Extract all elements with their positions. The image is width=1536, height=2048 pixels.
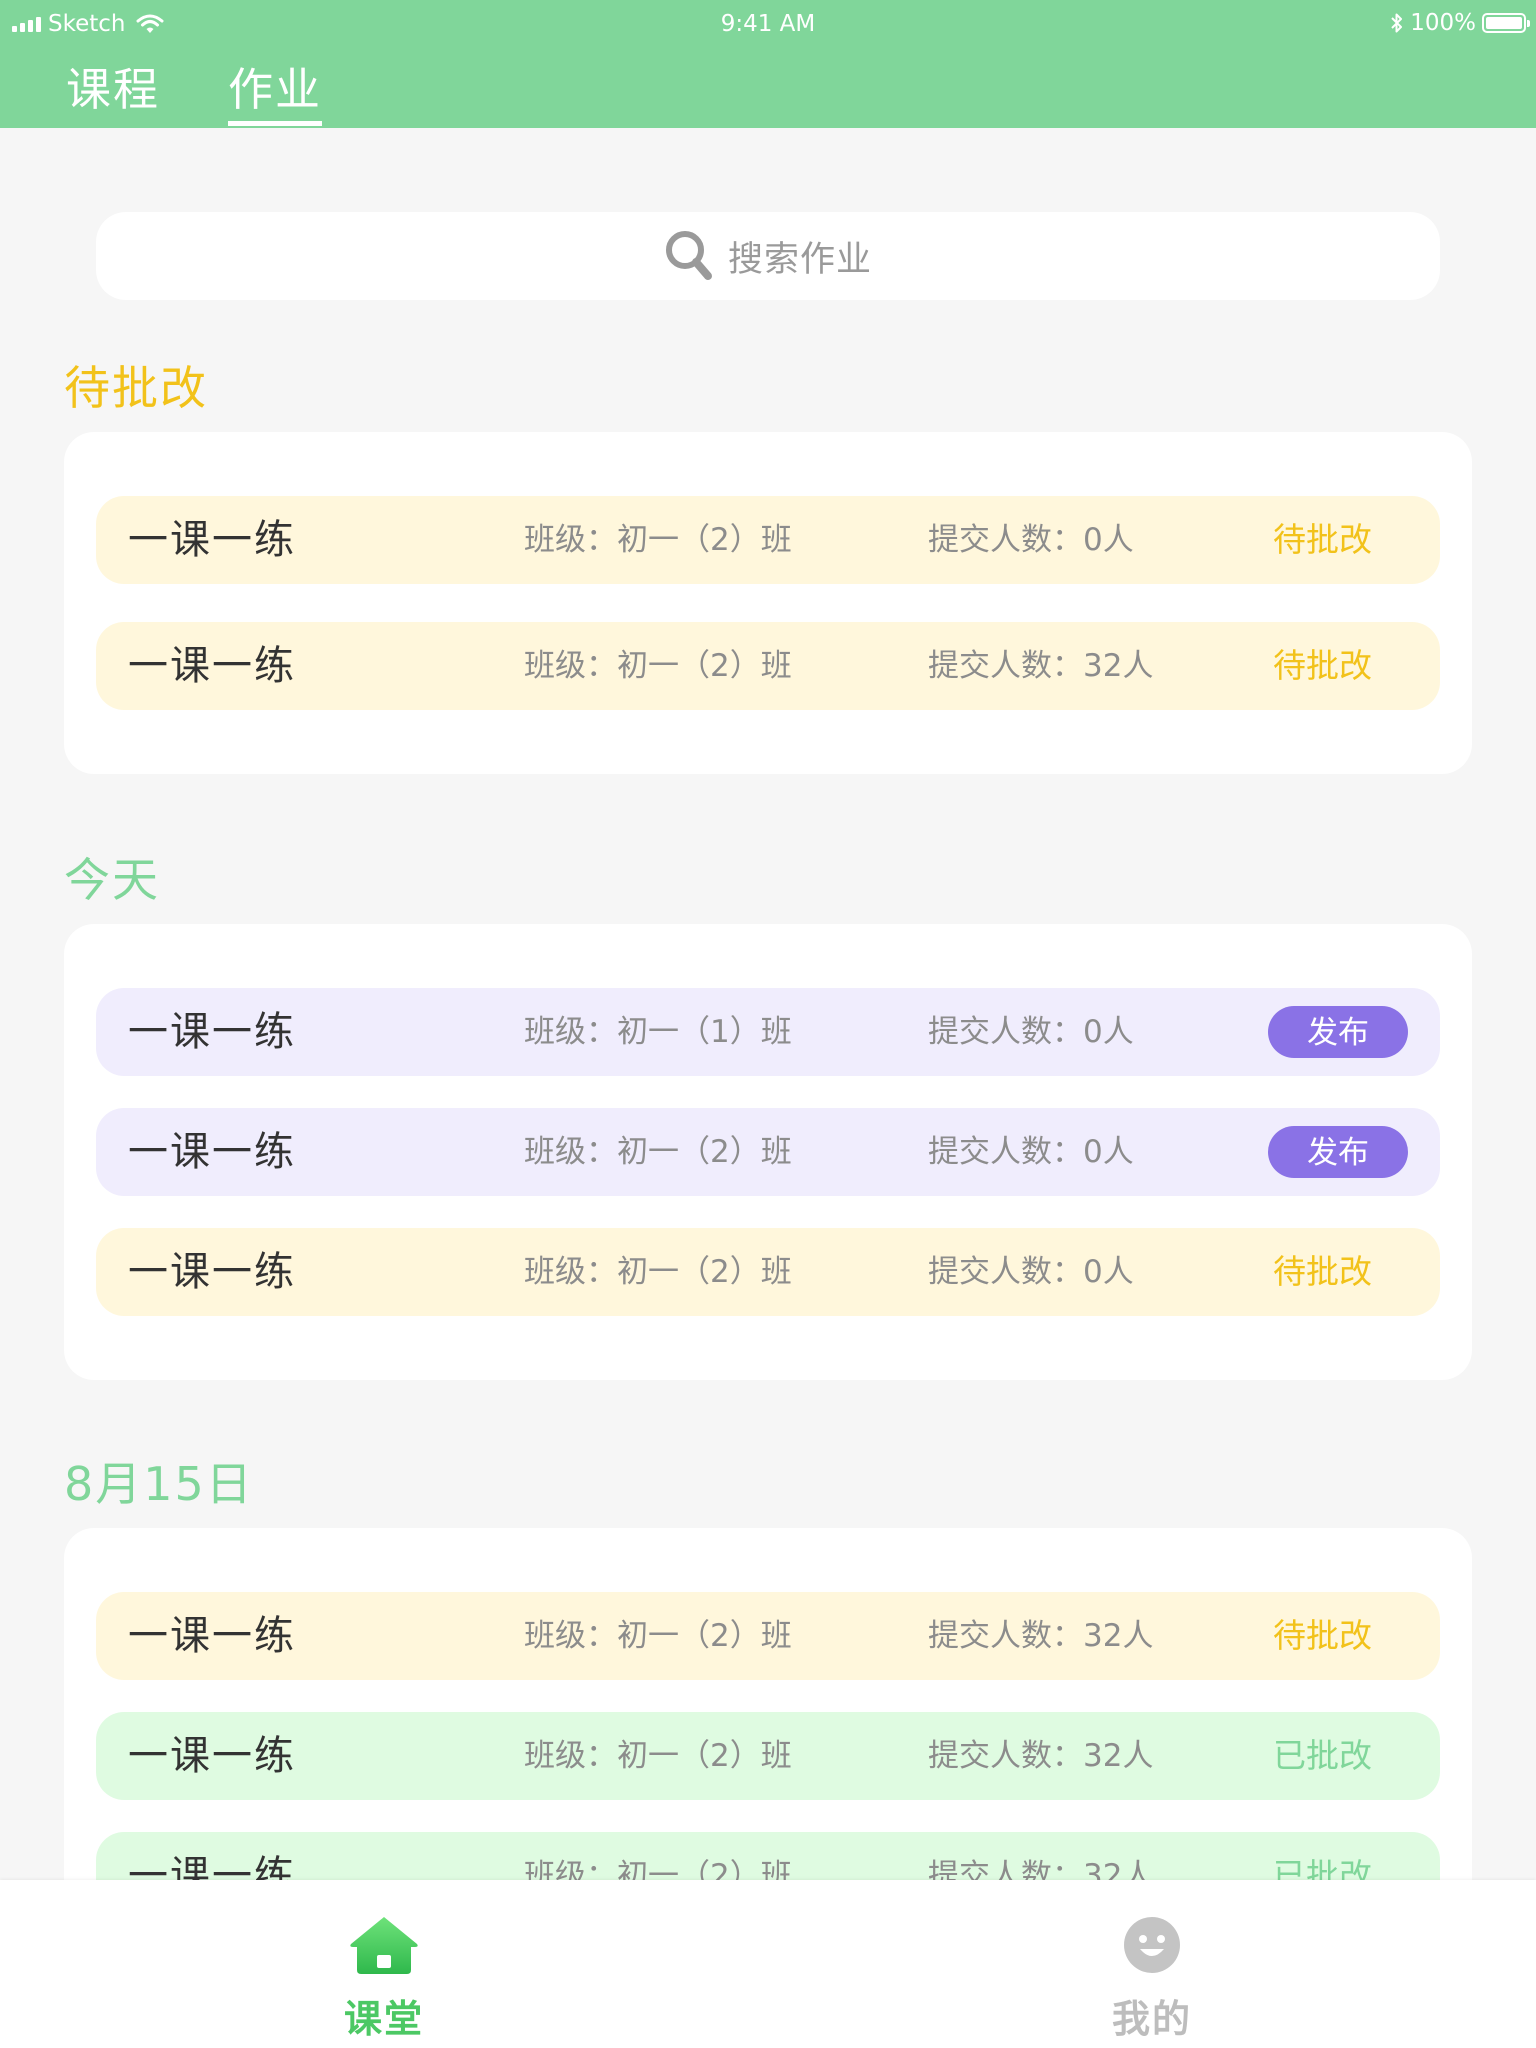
homework-class: 班级：初一（2）班 bbox=[524, 522, 792, 558]
search-icon bbox=[665, 231, 712, 280]
homework-row[interactable]: 一课一练 班级：初一（2）班 提交人数：32人 待批改 bbox=[96, 622, 1440, 710]
homework-class: 班级：初一（1）班 bbox=[524, 1014, 792, 1050]
homework-name: 一课一练 bbox=[128, 1009, 296, 1055]
status-label[interactable]: 待批改 bbox=[1273, 496, 1372, 584]
homework-row[interactable]: 一课一练 班级：初一（2）班 提交人数：0人 待批改 bbox=[96, 1228, 1440, 1316]
homework-name: 一课一练 bbox=[128, 517, 296, 563]
battery-percent: 100% bbox=[1410, 10, 1476, 36]
homework-class: 班级：初一（2）班 bbox=[524, 1254, 792, 1290]
status-time: 9:41 AM bbox=[720, 11, 816, 37]
homework-class: 班级：初一（2）班 bbox=[524, 1134, 792, 1170]
submission-count: 提交人数：0人 bbox=[928, 1134, 1134, 1170]
publish-button[interactable]: 发布 bbox=[1268, 1126, 1408, 1178]
search-placeholder: 搜索作业 bbox=[727, 239, 872, 280]
status-label[interactable]: 待批改 bbox=[1273, 1592, 1372, 1680]
submission-count: 提交人数：0人 bbox=[928, 522, 1134, 558]
smiley-face-icon bbox=[1124, 1917, 1180, 1973]
search-bar[interactable]: 搜索作业 bbox=[96, 212, 1440, 300]
section-card-today: 一课一练 班级：初一（1）班 提交人数：0人 发布 一课一练 班级：初一（2）班… bbox=[64, 924, 1472, 1380]
homework-name: 一课一练 bbox=[128, 1249, 296, 1295]
publish-button[interactable]: 发布 bbox=[1268, 1006, 1408, 1058]
bluetooth-icon bbox=[1391, 13, 1403, 33]
homework-name: 一课一练 bbox=[128, 1129, 296, 1175]
tab-homework[interactable]: 作业 bbox=[228, 60, 323, 126]
tab-courses[interactable]: 课程 bbox=[66, 60, 160, 126]
battery-icon bbox=[1482, 13, 1530, 33]
tab-classroom[interactable]: 课堂 bbox=[284, 1914, 484, 2043]
status-label[interactable]: 待批改 bbox=[1273, 622, 1372, 710]
tab-classroom-label: 课堂 bbox=[343, 1997, 424, 2041]
section-card-pending: 一课一练 班级：初一（2）班 提交人数：0人 待批改 一课一练 班级：初一（2）… bbox=[64, 432, 1472, 774]
section-title-date: 8月15日 bbox=[64, 1457, 254, 1511]
homework-name: 一课一练 bbox=[128, 643, 296, 689]
status-label[interactable]: 已批改 bbox=[1273, 1712, 1372, 1800]
tab-mine[interactable]: 我的 bbox=[1052, 1914, 1252, 2043]
submission-count: 提交人数：32人 bbox=[928, 1738, 1154, 1774]
homework-row[interactable]: 一课一练 班级：初一（2）班 提交人数：32人 已批改 bbox=[96, 1712, 1440, 1800]
homework-row[interactable]: 一课一练 班级：初一（2）班 提交人数：32人 待批改 bbox=[96, 1592, 1440, 1680]
homework-name: 一课一练 bbox=[128, 1613, 296, 1659]
tab-mine-label: 我的 bbox=[1111, 1997, 1192, 2041]
homework-row[interactable]: 一课一练 班级：初一（2）班 提交人数：0人 发布 bbox=[96, 1108, 1440, 1196]
bottom-tab-bar: 课堂 我的 bbox=[0, 1880, 1536, 2048]
status-bar: Sketch 9:41 AM 100% bbox=[0, 0, 1536, 48]
submission-count: 提交人数：32人 bbox=[928, 1618, 1154, 1654]
submission-count: 提交人数：0人 bbox=[928, 1014, 1134, 1050]
submission-count: 提交人数：0人 bbox=[928, 1254, 1134, 1290]
section-title-pending: 待批改 bbox=[64, 361, 208, 415]
top-header: Sketch 9:41 AM 100% 课程 作业 bbox=[0, 0, 1536, 128]
homework-class: 班级：初一（2）班 bbox=[524, 648, 792, 684]
homework-row[interactable]: 一课一练 班级：初一（1）班 提交人数：0人 发布 bbox=[96, 988, 1440, 1076]
homework-class: 班级：初一（2）班 bbox=[524, 1618, 792, 1654]
section-title-today: 今天 bbox=[64, 853, 160, 907]
top-tabs: 课程 作业 bbox=[66, 60, 323, 126]
home-icon bbox=[350, 1917, 418, 1974]
homework-row[interactable]: 一课一练 班级：初一（2）班 提交人数：0人 待批改 bbox=[96, 496, 1440, 584]
homework-class: 班级：初一（2）班 bbox=[524, 1738, 792, 1774]
status-label[interactable]: 待批改 bbox=[1273, 1228, 1372, 1316]
status-right: 100% bbox=[1390, 10, 1530, 36]
submission-count: 提交人数：32人 bbox=[928, 648, 1154, 684]
homework-name: 一课一练 bbox=[128, 1733, 296, 1779]
